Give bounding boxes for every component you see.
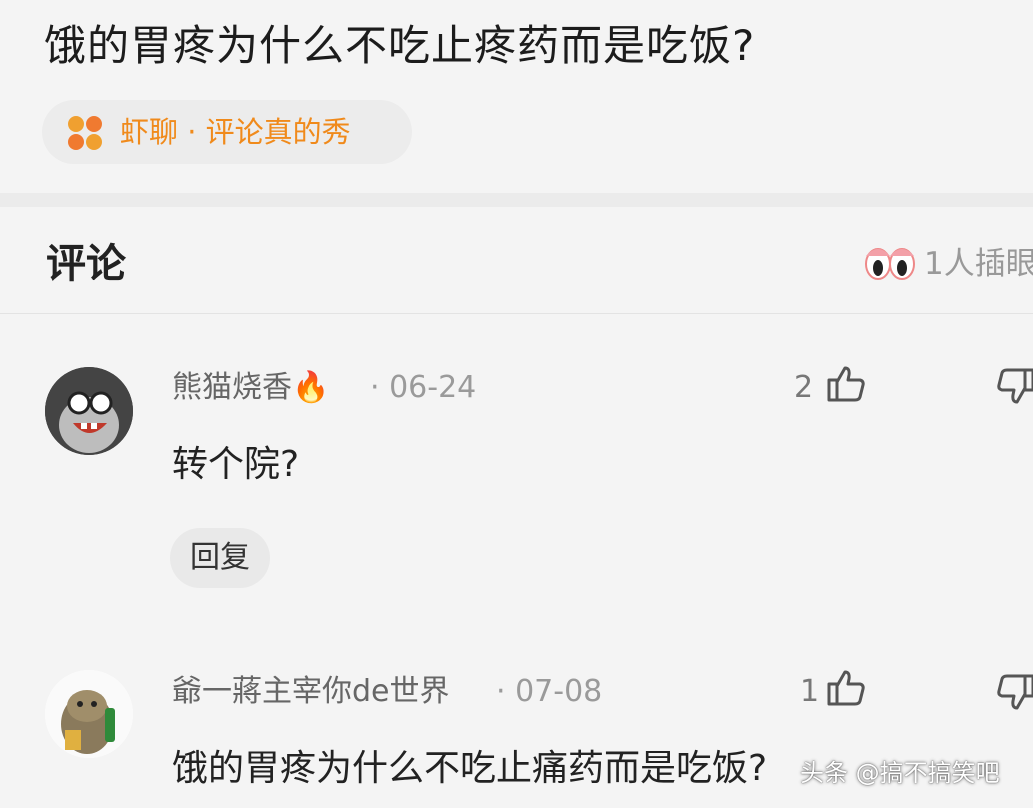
comment-text: 转个院?	[172, 444, 300, 485]
comment-username[interactable]: 爺一蔣主宰你de世界	[172, 672, 450, 712]
avatar[interactable]	[45, 670, 133, 758]
thumbs-down-icon[interactable]	[996, 366, 1033, 406]
comment-username[interactable]: 熊猫烧香🔥	[172, 368, 329, 408]
avatar[interactable]	[45, 367, 133, 455]
reply-button[interactable]: 回复	[170, 528, 270, 588]
section-divider	[0, 193, 1033, 207]
header-divider	[0, 313, 1033, 314]
question-title: 饿的胃疼为什么不吃止疼药而是吃饭?	[44, 21, 756, 70]
circle-chip[interactable]: 虾聊 · 评论真的秀	[42, 100, 412, 164]
comment-date: · 06-24	[370, 370, 477, 405]
thumbs-up-icon[interactable]	[826, 364, 866, 404]
circle-label: 虾聊 · 评论真的秀	[120, 115, 351, 149]
eyes-icon[interactable]	[864, 242, 916, 282]
like-count: 1	[800, 674, 820, 709]
watermark: 头条 @搞不搞笑吧	[800, 759, 1000, 787]
comment-date: · 07-08	[496, 674, 603, 709]
comments-title: 评论	[46, 241, 126, 287]
watchers-count: 1人插眼	[924, 246, 1033, 282]
like-count: 2	[794, 370, 814, 405]
thumbs-down-icon[interactable]	[996, 672, 1033, 712]
four-dots-icon	[68, 116, 102, 150]
comment-text: 饿的胃疼为什么不吃止痛药而是吃饭?	[172, 748, 768, 789]
thumbs-up-icon[interactable]	[826, 668, 866, 708]
